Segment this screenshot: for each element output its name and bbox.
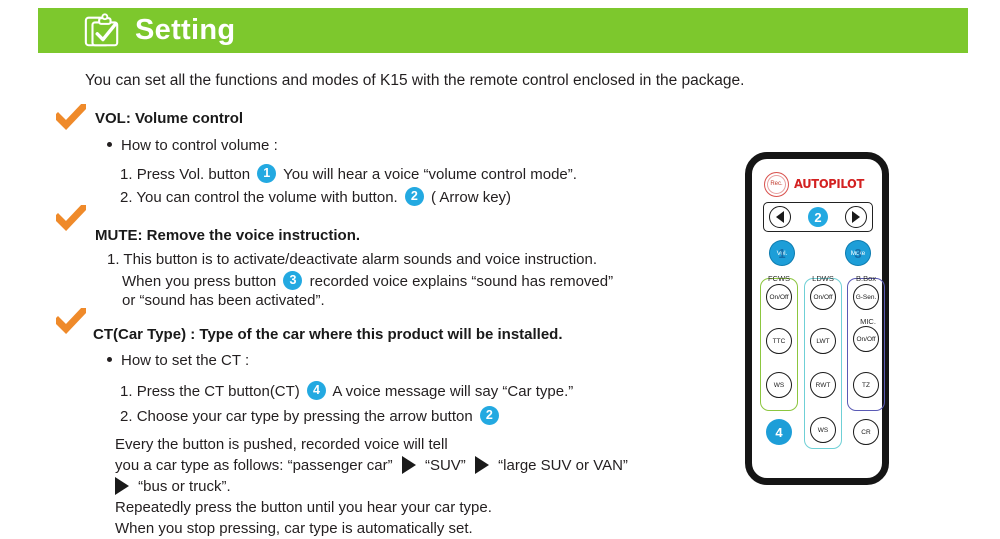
- triangle-right-icon: [474, 456, 489, 475]
- btn-fcws-ws[interactable]: WS: [766, 372, 792, 398]
- rec-label: Rec.: [770, 181, 783, 187]
- rec-button[interactable]: Rec.: [764, 171, 789, 197]
- remote-control-image: Rec. AUTOPILOT 2 Vol. 1 Mute 3 FCWS LDWS…: [745, 152, 889, 485]
- orange-check-icon-vol: [53, 101, 89, 131]
- remote-brand-row: Rec. AUTOPILOT: [764, 171, 865, 197]
- step-text-before: You can control the volume with button.: [136, 188, 398, 206]
- ct-note-line4: Repeatedly press the button until you he…: [115, 499, 492, 516]
- badge-4: 4: [306, 381, 326, 400]
- ct-note-line2-b: “SUV”: [424, 457, 466, 474]
- remote-badge-2: 2: [808, 207, 828, 227]
- arrow-key-group: 2: [763, 202, 873, 232]
- step-text-before: Choose your car type by pressing the arr…: [136, 407, 473, 425]
- step-text-before: Press Vol. button: [136, 165, 251, 183]
- orange-check-icon-ct: [53, 305, 89, 335]
- step-mute-1-line1: 1. This button is to activate/deactivate…: [107, 251, 597, 268]
- bullet-label-vol: How to control volume :: [121, 137, 278, 154]
- ct-button[interactable]: 4: [766, 419, 792, 445]
- btn-mic-onoff[interactable]: On/Off: [853, 326, 879, 352]
- btn-cr[interactable]: CR: [853, 419, 879, 445]
- ct-note-line3: “bus or truck”.: [115, 476, 231, 497]
- step-mute-1-line2: When you press button 3 recorded voice e…: [122, 271, 613, 293]
- step-ct-2: 2. Choose your car type by pressing the …: [120, 406, 502, 428]
- group-label-ldws: LDWS: [812, 274, 834, 283]
- step-mute-1-line3: or “sound has been activated”.: [122, 292, 325, 309]
- step-number: 2.: [120, 407, 133, 425]
- bullet-ct: How to set the CT :: [107, 352, 249, 369]
- bullet-dot-icon: [107, 357, 112, 363]
- left-arrow-icon: [776, 211, 784, 223]
- step-number: 1.: [120, 382, 133, 400]
- right-arrow-button[interactable]: [845, 206, 867, 228]
- orange-check-icon-mute: [53, 202, 89, 232]
- btn-ldws-ws[interactable]: WS: [810, 417, 836, 443]
- btn-fcws-onoff[interactable]: On/Off: [766, 284, 792, 310]
- step-vol-2: 2. You can control the volume with butto…: [120, 187, 511, 209]
- ct-note-line1: Every the button is pushed, recorded voi…: [115, 436, 448, 453]
- btn-ldws-lwt[interactable]: LWT: [810, 328, 836, 354]
- mute-button-badge: 3: [854, 245, 862, 261]
- step-text-after: ( Arrow key): [431, 188, 512, 206]
- step-text-before: When you press button: [122, 272, 277, 290]
- step-text-before: Press the CT button(CT): [136, 382, 300, 400]
- section-heading-vol: VOL: Volume control: [95, 110, 244, 127]
- section-heading-ct: CT(Car Type) : Type of the car where thi…: [93, 326, 563, 343]
- group-label-fcws: FCWS: [767, 274, 791, 283]
- left-arrow-button[interactable]: [769, 206, 791, 228]
- btn-fcws-ttc[interactable]: TTC: [766, 328, 792, 354]
- step-text-after: A voice message will say “Car type.”: [332, 382, 574, 400]
- section-heading-mute: MUTE: Remove the voice instruction.: [95, 227, 361, 244]
- badge-2: 2: [404, 187, 424, 206]
- badge-3: 3: [283, 271, 303, 290]
- right-arrow-icon: [852, 211, 860, 223]
- btn-ldws-onoff[interactable]: On/Off: [810, 284, 836, 310]
- step-number: 1.: [120, 165, 133, 183]
- vol-button[interactable]: Vol. 1: [770, 241, 794, 265]
- bullet-dot-icon: [107, 142, 112, 148]
- badge-1: 1: [257, 164, 277, 183]
- step-ct-1: 1. Press the CT button(CT) 4 A voice mes…: [120, 381, 573, 403]
- group-label-mic: MIC.: [860, 317, 876, 326]
- step-text: This button is to activate/deactivate al…: [123, 251, 598, 268]
- step-text-after: You will hear a voice “volume control mo…: [283, 165, 577, 183]
- btn-bbox-gsen[interactable]: G-Sen.: [853, 284, 879, 310]
- btn-ldws-rwt[interactable]: RWT: [810, 372, 836, 398]
- ct-note-line2: you a car type as follows: “passenger ca…: [115, 455, 628, 476]
- bullet-label-ct: How to set the CT :: [121, 352, 250, 369]
- ct-note-line3-text: “bus or truck”.: [138, 478, 231, 495]
- vol-button-badge: 1: [778, 245, 786, 261]
- step-number: 2.: [120, 188, 133, 206]
- triangle-right-icon: [401, 456, 416, 475]
- ct-note-line2-a: you a car type as follows: “passenger ca…: [115, 457, 393, 474]
- step-number: 1.: [107, 251, 120, 268]
- group-label-bbox: B.Box: [855, 274, 876, 283]
- btn-bbox-tz[interactable]: TZ: [853, 372, 879, 398]
- autopilot-logo: AUTOPILOT: [794, 176, 865, 192]
- step-text-after: recorded voice explains “sound has remov…: [309, 272, 614, 290]
- triangle-right-icon: [115, 477, 129, 496]
- instructions-content: You can set all the functions and modes …: [0, 0, 744, 537]
- mute-button[interactable]: Mute 3: [846, 241, 870, 265]
- ct-note-line2-c: “large SUV or VAN”: [498, 457, 628, 474]
- step-vol-1: 1. Press Vol. button 1 You will hear a v…: [120, 164, 577, 186]
- bullet-vol: How to control volume :: [107, 137, 278, 154]
- intro-text: You can set all the functions and modes …: [85, 72, 745, 89]
- badge-2b: 2: [479, 406, 499, 425]
